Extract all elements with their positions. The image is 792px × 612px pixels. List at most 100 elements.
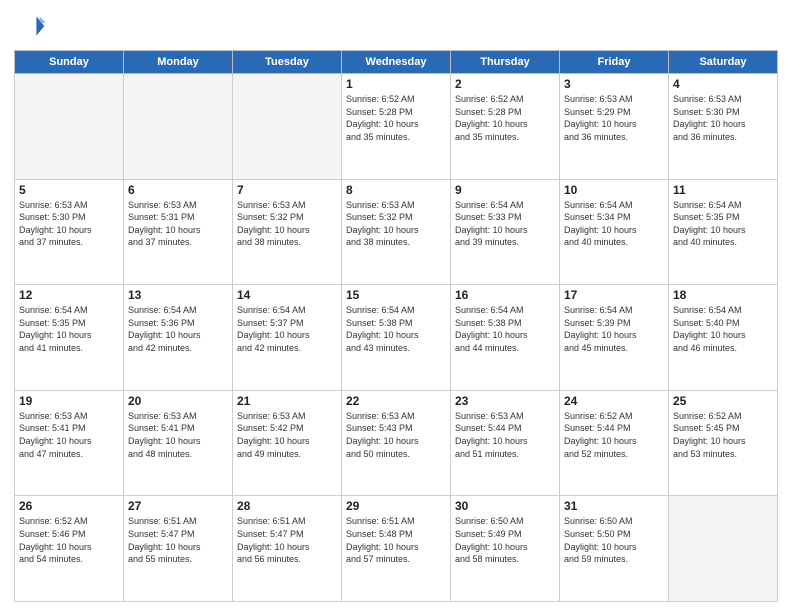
- calendar-header-row: SundayMondayTuesdayWednesdayThursdayFrid…: [15, 51, 778, 74]
- day-number: 15: [346, 288, 446, 302]
- calendar-cell: 12 Sunrise: 6:54 AM Sunset: 5:35 PM Dayli…: [15, 285, 124, 391]
- calendar-week-5: 26Sunrise: 6:52 AM Sunset: 5:46 PM Dayli…: [15, 496, 778, 602]
- day-number: 21: [237, 394, 337, 408]
- day-number: 18: [673, 288, 773, 302]
- calendar-cell: 17 Sunrise: 6:54 AM Sunset: 5:39 PM Dayli…: [560, 285, 669, 391]
- day-number: 19: [19, 394, 119, 408]
- day-info: Sunrise: 6:50 AM Sunset: 5:50 PM Dayligh…: [564, 515, 664, 565]
- calendar-cell: [233, 74, 342, 180]
- calendar-week-4: 19 Sunrise: 6:53 AM Sunset: 5:41 PM Dayli…: [15, 390, 778, 496]
- calendar-cell: 1Sunrise: 6:52 AM Sunset: 5:28 PM Daylig…: [342, 74, 451, 180]
- calendar-cell: 24 Sunrise: 6:52 AM Sunset: 5:44 PM Dayli…: [560, 390, 669, 496]
- calendar-header-monday: Monday: [124, 51, 233, 74]
- calendar-cell: 23Sunrise: 6:53 AM Sunset: 5:44 PM Dayli…: [451, 390, 560, 496]
- day-number: 28: [237, 499, 337, 513]
- day-info: Sunrise: 6:51 AM Sunset: 5:48 PM Dayligh…: [346, 515, 446, 565]
- day-number: 2: [455, 77, 555, 91]
- calendar-cell: 7Sunrise: 6:53 AM Sunset: 5:32 PM Daylig…: [233, 179, 342, 285]
- day-info: Sunrise: 6:53 AM Sunset: 5:43 PM Dayligh…: [346, 410, 446, 460]
- day-number: 9: [455, 183, 555, 197]
- calendar-cell: 5 Sunrise: 6:53 AM Sunset: 5:30 PM Daylig…: [15, 179, 124, 285]
- day-info: Sunrise: 6:54 AM Sunset: 5:33 PM Dayligh…: [455, 199, 555, 249]
- day-number: 14: [237, 288, 337, 302]
- day-info: Sunrise: 6:53 AM Sunset: 5:44 PM Dayligh…: [455, 410, 555, 460]
- day-info: Sunrise: 6:54 AM Sunset: 5:37 PM Dayligh…: [237, 304, 337, 354]
- day-info: Sunrise: 6:54 AM Sunset: 5:38 PM Dayligh…: [455, 304, 555, 354]
- calendar-cell: 13Sunrise: 6:54 AM Sunset: 5:36 PM Dayli…: [124, 285, 233, 391]
- day-info: Sunrise: 6:52 AM Sunset: 5:44 PM Dayligh…: [564, 410, 664, 460]
- calendar-cell: 11Sunrise: 6:54 AM Sunset: 5:35 PM Dayli…: [669, 179, 778, 285]
- day-number: 1: [346, 77, 446, 91]
- calendar-cell: [669, 496, 778, 602]
- day-info: Sunrise: 6:53 AM Sunset: 5:41 PM Dayligh…: [19, 410, 119, 460]
- day-info: Sunrise: 6:53 AM Sunset: 5:42 PM Dayligh…: [237, 410, 337, 460]
- calendar-cell: 16 Sunrise: 6:54 AM Sunset: 5:38 PM Dayli…: [451, 285, 560, 391]
- day-info: Sunrise: 6:50 AM Sunset: 5:49 PM Dayligh…: [455, 515, 555, 565]
- day-info: Sunrise: 6:54 AM Sunset: 5:38 PM Dayligh…: [346, 304, 446, 354]
- day-number: 29: [346, 499, 446, 513]
- day-number: 11: [673, 183, 773, 197]
- calendar-cell: 8Sunrise: 6:53 AM Sunset: 5:32 PM Daylig…: [342, 179, 451, 285]
- day-number: 3: [564, 77, 664, 91]
- day-number: 12: [19, 288, 119, 302]
- calendar-cell: 3 Sunrise: 6:53 AM Sunset: 5:29 PM Daylig…: [560, 74, 669, 180]
- day-info: Sunrise: 6:53 AM Sunset: 5:32 PM Dayligh…: [346, 199, 446, 249]
- page: SundayMondayTuesdayWednesdayThursdayFrid…: [0, 0, 792, 612]
- day-info: Sunrise: 6:51 AM Sunset: 5:47 PM Dayligh…: [128, 515, 228, 565]
- day-info: Sunrise: 6:54 AM Sunset: 5:36 PM Dayligh…: [128, 304, 228, 354]
- day-number: 10: [564, 183, 664, 197]
- calendar-cell: 22Sunrise: 6:53 AM Sunset: 5:43 PM Dayli…: [342, 390, 451, 496]
- calendar-week-1: 1 Sunrise: 6:52 AM Sunset: 5:28 PM Daylig…: [15, 74, 778, 180]
- calendar-header-saturday: Saturday: [669, 51, 778, 74]
- logo: [14, 10, 50, 42]
- calendar-header-wednesday: Wednesday: [342, 51, 451, 74]
- calendar-cell: 25 Sunrise: 6:52 AM Sunset: 5:45 PM Dayli…: [669, 390, 778, 496]
- calendar-cell: 2 Sunrise: 6:52 AM Sunset: 5:28 PM Daylig…: [451, 74, 560, 180]
- calendar-header-sunday: Sunday: [15, 51, 124, 74]
- logo-icon: [14, 10, 46, 42]
- calendar-week-3: 12 Sunrise: 6:54 AM Sunset: 5:35 PM Dayli…: [15, 285, 778, 391]
- day-info: Sunrise: 6:52 AM Sunset: 5:45 PM Dayligh…: [673, 410, 773, 460]
- day-number: 31: [564, 499, 664, 513]
- calendar-header-friday: Friday: [560, 51, 669, 74]
- calendar-cell: [15, 74, 124, 180]
- calendar-cell: 28 Sunrise: 6:51 AM Sunset: 5:47 PM Dayli…: [233, 496, 342, 602]
- header: [14, 10, 778, 42]
- day-info: Sunrise: 6:54 AM Sunset: 5:35 PM Dayligh…: [19, 304, 119, 354]
- day-info: Sunrise: 6:52 AM Sunset: 5:28 PM Dayligh…: [455, 93, 555, 143]
- day-info: Sunrise: 6:54 AM Sunset: 5:40 PM Dayligh…: [673, 304, 773, 354]
- calendar-header-thursday: Thursday: [451, 51, 560, 74]
- day-info: Sunrise: 6:51 AM Sunset: 5:47 PM Dayligh…: [237, 515, 337, 565]
- calendar-cell: 19 Sunrise: 6:53 AM Sunset: 5:41 PM Dayli…: [15, 390, 124, 496]
- calendar-cell: 27Sunrise: 6:51 AM Sunset: 5:47 PM Dayli…: [124, 496, 233, 602]
- calendar-cell: 10 Sunrise: 6:54 AM Sunset: 5:34 PM Dayli…: [560, 179, 669, 285]
- calendar-cell: 9 Sunrise: 6:54 AM Sunset: 5:33 PM Daylig…: [451, 179, 560, 285]
- calendar-header-tuesday: Tuesday: [233, 51, 342, 74]
- calendar-cell: [124, 74, 233, 180]
- calendar-cell: 30 Sunrise: 6:50 AM Sunset: 5:49 PM Dayli…: [451, 496, 560, 602]
- day-number: 17: [564, 288, 664, 302]
- day-number: 26: [19, 499, 119, 513]
- day-info: Sunrise: 6:53 AM Sunset: 5:41 PM Dayligh…: [128, 410, 228, 460]
- day-number: 20: [128, 394, 228, 408]
- day-number: 6: [128, 183, 228, 197]
- day-number: 5: [19, 183, 119, 197]
- calendar-cell: 14 Sunrise: 6:54 AM Sunset: 5:37 PM Dayli…: [233, 285, 342, 391]
- day-info: Sunrise: 6:53 AM Sunset: 5:29 PM Dayligh…: [564, 93, 664, 143]
- day-info: Sunrise: 6:53 AM Sunset: 5:31 PM Dayligh…: [128, 199, 228, 249]
- day-info: Sunrise: 6:54 AM Sunset: 5:34 PM Dayligh…: [564, 199, 664, 249]
- day-number: 7: [237, 183, 337, 197]
- calendar-cell: 20 Sunrise: 6:53 AM Sunset: 5:41 PM Dayli…: [124, 390, 233, 496]
- day-number: 30: [455, 499, 555, 513]
- day-number: 24: [564, 394, 664, 408]
- calendar-cell: 18 Sunrise: 6:54 AM Sunset: 5:40 PM Dayli…: [669, 285, 778, 391]
- calendar-cell: 29 Sunrise: 6:51 AM Sunset: 5:48 PM Dayli…: [342, 496, 451, 602]
- day-number: 16: [455, 288, 555, 302]
- calendar-cell: 31 Sunrise: 6:50 AM Sunset: 5:50 PM Dayli…: [560, 496, 669, 602]
- day-number: 25: [673, 394, 773, 408]
- day-info: Sunrise: 6:54 AM Sunset: 5:39 PM Dayligh…: [564, 304, 664, 354]
- day-number: 4: [673, 77, 773, 91]
- day-info: Sunrise: 6:53 AM Sunset: 5:30 PM Dayligh…: [19, 199, 119, 249]
- calendar-cell: 6 Sunrise: 6:53 AM Sunset: 5:31 PM Daylig…: [124, 179, 233, 285]
- calendar-cell: 21 Sunrise: 6:53 AM Sunset: 5:42 PM Dayli…: [233, 390, 342, 496]
